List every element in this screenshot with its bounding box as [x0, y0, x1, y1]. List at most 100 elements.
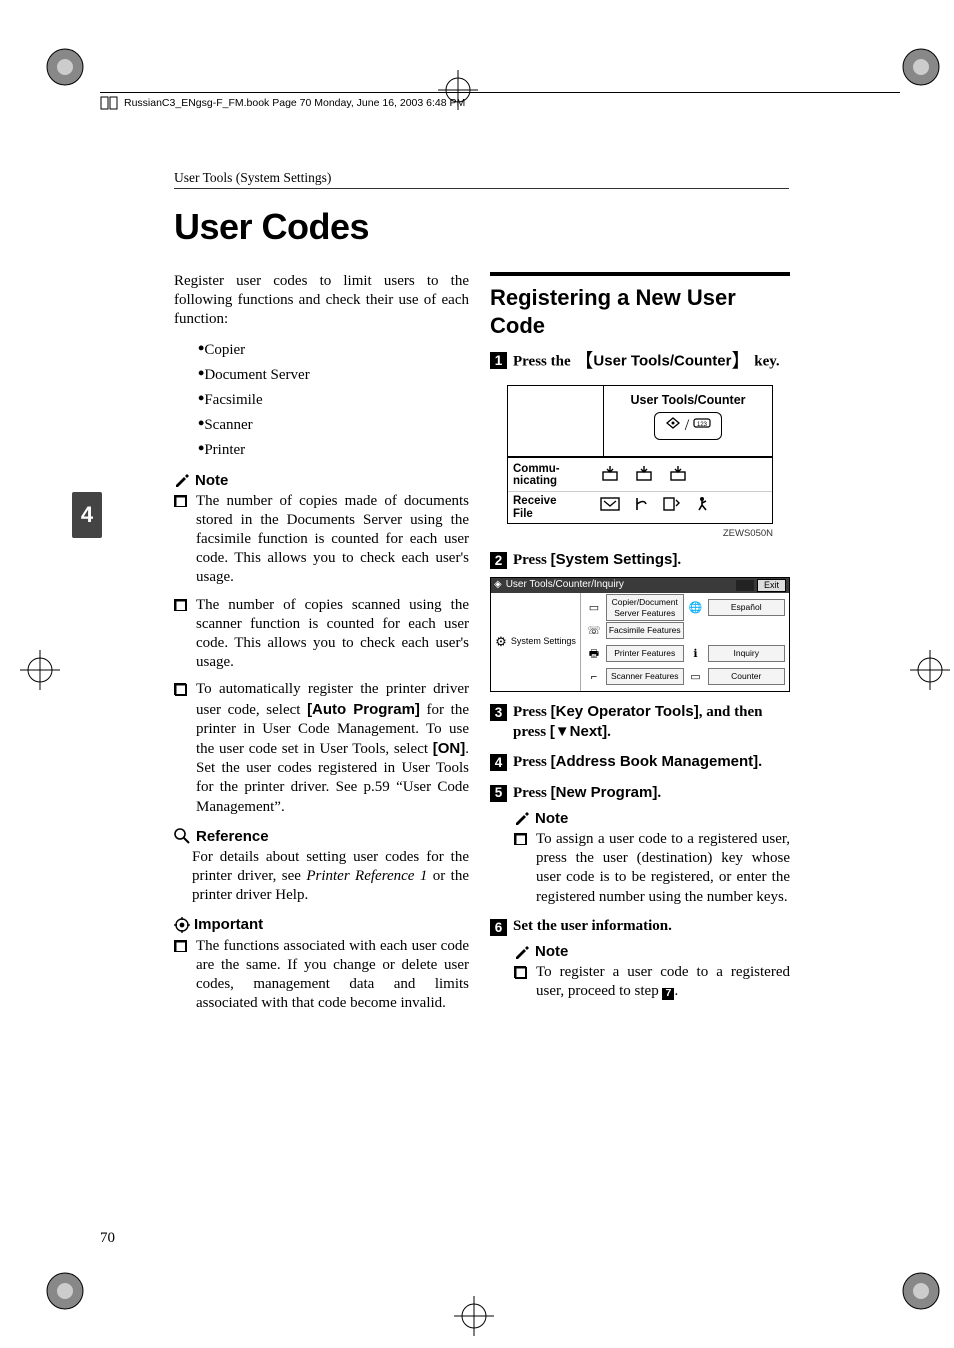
step-6: 6 Set the user information. [490, 917, 790, 936]
communicating-icons [594, 460, 772, 491]
exit-button: Exit [757, 579, 786, 593]
registration-mark-icon [896, 1266, 946, 1316]
header-rule [100, 92, 900, 93]
reference-heading: Reference [174, 827, 469, 846]
step-body: Press [Key Operator Tools], and then pre… [513, 702, 790, 742]
system-settings-tab: ⚙ System Settings [491, 593, 581, 691]
reference-body: For details about setting user codes for… [174, 848, 469, 906]
step-body: Set the user information. [513, 917, 790, 936]
svg-text:123: 123 [697, 422, 708, 428]
note-text: To automatically register the printer dr… [196, 681, 469, 814]
scanner-features-button: Scanner Features [606, 668, 684, 685]
note-item: To automatically register the printer dr… [174, 680, 469, 816]
important-list: The functions associated with each user … [174, 937, 469, 1014]
panel-figure-id: ZEWS050N [507, 528, 773, 540]
registration-mark-icon [40, 42, 90, 92]
step-6-note: Note To register a user code to a regist… [490, 942, 790, 1002]
registration-mark-icon [896, 42, 946, 92]
magnifier-reference-icon [174, 828, 190, 844]
step-body: Press the 【User Tools/Counter】 key. [513, 350, 790, 374]
checkbox-icon [174, 940, 186, 952]
important-heading: Important [174, 915, 469, 934]
checkbox-icon [174, 683, 186, 695]
step-number-icon: 5 [490, 785, 507, 802]
pencil-note-icon [514, 810, 530, 826]
alignment-mark-icon [20, 650, 60, 690]
screenshot-clock [736, 580, 754, 591]
registration-mark-icon [40, 1266, 90, 1316]
list-item: Document Server [174, 362, 469, 385]
feature-grid: ▭Copier/Document Server Features 🌐Españo… [581, 593, 789, 691]
step-number-icon: 1 [490, 352, 507, 369]
tray-down-icon [600, 464, 620, 482]
column-left: Register user codes to limit users to th… [174, 272, 469, 1021]
note-list: The number of copies made of documents s… [174, 492, 469, 817]
checkbox-icon [514, 966, 526, 978]
inquiry-button: Inquiry [708, 645, 786, 662]
counter-icon: ▭ [687, 670, 705, 684]
info-icon: ℹ [687, 647, 705, 661]
section-rule [490, 272, 790, 276]
espanol-button: Español [708, 599, 786, 616]
note-text: The number of copies made of documents s… [196, 493, 469, 586]
important-item: The functions associated with each user … [174, 937, 469, 1014]
receive-file-icons [594, 492, 772, 523]
checkbox-icon [174, 599, 186, 611]
diamond-icon [665, 416, 681, 430]
tray-down-icon [668, 464, 688, 482]
chapter-tab: 4 [72, 492, 102, 538]
list-item: Printer [174, 437, 469, 460]
running-head: User Tools (System Settings) [174, 170, 331, 186]
step-number-icon: 4 [490, 754, 507, 771]
page: RussianC3_ENgsg-F_FM.book Page 70 Monday… [0, 0, 954, 1348]
control-panel-illustration: User Tools/Counter / 123 Commu-nicating [507, 385, 773, 525]
step-number-icon: 6 [490, 919, 507, 936]
globe-icon: 🌐 [687, 601, 705, 615]
note-label: Note [535, 809, 568, 828]
list-item: Scanner [174, 412, 469, 435]
intro-paragraph: Register user codes to limit users to th… [174, 272, 469, 330]
gear-icon: ⚙ [495, 634, 507, 651]
page-arrow-icon [662, 496, 680, 512]
book-header-text: RussianC3_ENgsg-F_FM.book Page 70 Monday… [124, 97, 465, 109]
step-3: 3 Press [Key Operator Tools], and then p… [490, 702, 790, 742]
copier-features-button: Copier/Document Server Features [606, 594, 684, 622]
book-icon [100, 96, 118, 110]
panel-title: User Tools/Counter [604, 392, 772, 408]
step-number-icon: 3 [490, 704, 507, 721]
checkbox-icon [174, 495, 186, 507]
scanner-icon: ⌐ [585, 670, 603, 684]
page-title: User Codes [174, 206, 369, 248]
alignment-mark-icon [910, 650, 950, 690]
note-text: To register a user code to a registered … [536, 964, 790, 999]
mail-in-icon [600, 496, 620, 512]
running-head-rule [174, 188, 789, 189]
note-item: The number of copies scanned using the s… [174, 596, 469, 673]
step-body: Press [New Program]. [513, 783, 790, 803]
step-5-note: Note To assign a user code to a register… [490, 809, 790, 907]
note-label: Note [535, 942, 568, 961]
person-walk-icon [694, 496, 714, 512]
step-ref-icon: 7 [662, 988, 674, 1000]
counter-button: Counter [708, 668, 786, 685]
note-item: To assign a user code to a registered us… [514, 830, 790, 907]
list-item: Facsimile [174, 387, 469, 410]
lcd-screenshot: ◈ User Tools/Counter/Inquiry Exit ⚙ Syst… [490, 577, 790, 693]
reference-label: Reference [196, 827, 269, 846]
user-tools-counter-key: / 123 [654, 412, 722, 440]
panel-blank-area [508, 386, 604, 456]
pencil-note-icon [514, 944, 530, 960]
list-item: Copier [174, 337, 469, 360]
facsimile-features-button: Facsimile Features [606, 622, 684, 639]
counter-icon: 123 [693, 416, 711, 430]
note-item: The number of copies made of documents s… [174, 492, 469, 588]
step-body: Press [System Settings]. [513, 550, 790, 570]
note-text: To assign a user code to a registered us… [536, 831, 790, 905]
reference-emphasis: Printer Reference 1 [306, 868, 427, 884]
page-number: 70 [100, 1230, 115, 1247]
diamond-icon: ◈ [494, 579, 502, 592]
step-5: 5 Press [New Program]. [490, 783, 790, 803]
step-2: 2 Press [System Settings]. [490, 550, 790, 570]
copier-icon: ▭ [585, 601, 603, 615]
printer-features-button: Printer Features [606, 645, 684, 662]
